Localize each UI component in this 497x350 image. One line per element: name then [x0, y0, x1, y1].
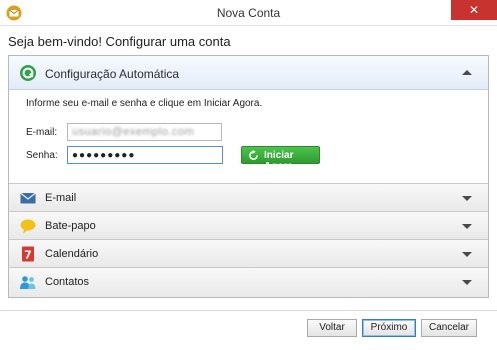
refresh-icon	[249, 150, 258, 160]
email-field[interactable]: usuario@exemplo.com	[67, 123, 222, 141]
password-label: Senha:	[26, 150, 58, 161]
close-button[interactable]: ✕	[451, 0, 497, 20]
start-now-label: Iniciar Agora	[264, 150, 294, 172]
welcome-heading: Seja bem-vindo! Configurar uma conta	[8, 34, 231, 49]
email-label: E-mail:	[26, 127, 58, 138]
section-chat-label: Bate-papo	[45, 220, 96, 232]
email-value: usuario@exemplo.com	[72, 126, 195, 138]
contacts-icon	[20, 276, 36, 289]
chevron-down-icon[interactable]	[462, 224, 472, 229]
chevron-down-icon[interactable]	[462, 280, 472, 285]
password-field[interactable]: ●●●●●●●●●	[67, 146, 223, 164]
footer-divider	[0, 310, 497, 311]
title-bar: Nova Conta ✕	[0, 0, 497, 26]
auto-config-icon	[20, 65, 36, 81]
next-button[interactable]: Próximo	[362, 319, 416, 337]
auto-config-panel: Informe seu e-mail e senha e clique em I…	[9, 90, 488, 183]
cancel-button[interactable]: Cancelar	[421, 319, 477, 337]
section-contacts[interactable]: Contatos	[9, 267, 488, 297]
password-value: ●●●●●●●●●	[72, 150, 136, 161]
section-chat[interactable]: Bate-papo	[9, 211, 488, 239]
account-type-accordion: Configuração Automática Informe seu e-ma…	[8, 55, 489, 298]
section-calendar[interactable]: 7 Calendário	[9, 239, 488, 267]
section-contacts-label: Contatos	[45, 276, 90, 288]
auto-config-header[interactable]: Configuração Automática	[9, 56, 488, 90]
envelope-icon	[20, 192, 36, 204]
calendar-icon-number: 7	[24, 249, 32, 262]
start-now-button[interactable]: Iniciar Agora	[241, 146, 320, 172]
window-title: Nova Conta	[216, 6, 281, 20]
section-email[interactable]: E-mail	[9, 183, 488, 211]
auto-config-label: Configuração Automática	[45, 67, 180, 81]
chat-bubble-icon	[20, 219, 36, 234]
section-calendar-label: Calendário	[45, 248, 99, 260]
chevron-down-icon[interactable]	[462, 196, 472, 201]
instruction-text: Informe seu e-mail e senha e clique em I…	[26, 98, 263, 109]
back-button[interactable]: Voltar	[307, 319, 357, 337]
chevron-down-icon[interactable]	[462, 252, 472, 257]
chevron-up-icon[interactable]	[462, 70, 472, 75]
calendar-icon: 7	[22, 246, 34, 262]
section-email-label: E-mail	[45, 192, 77, 204]
